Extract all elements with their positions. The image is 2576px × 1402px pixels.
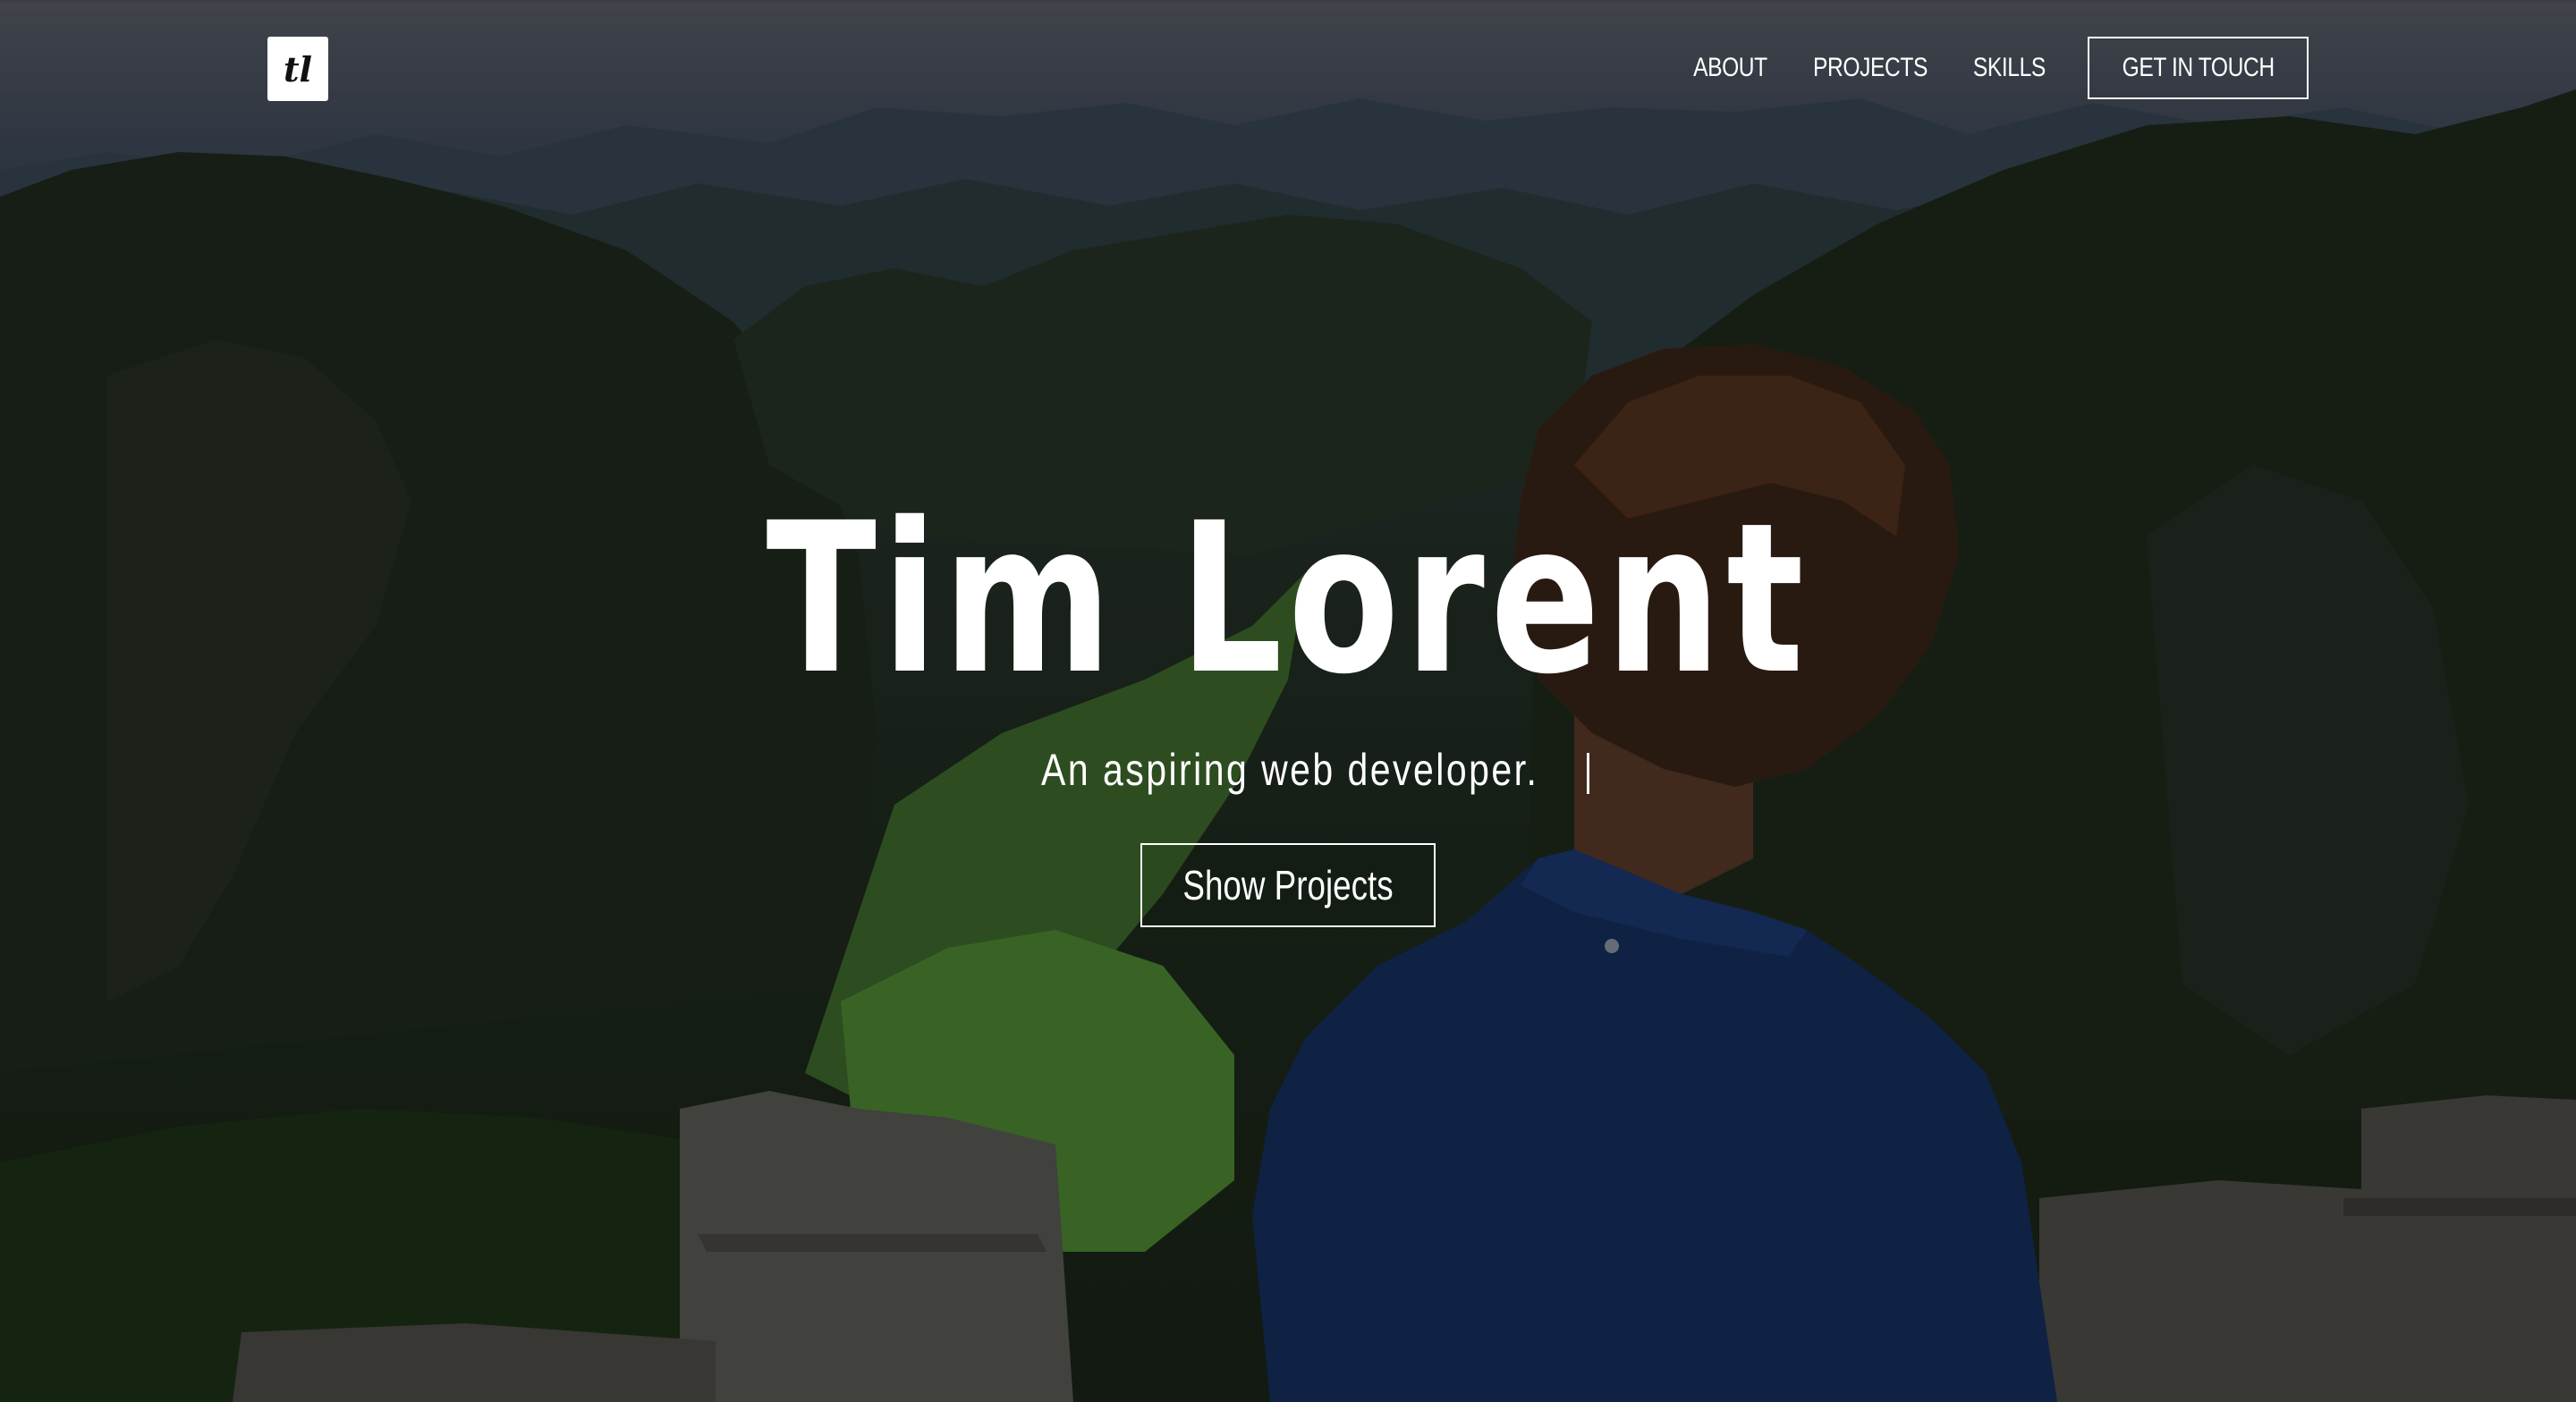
- get-in-touch-button[interactable]: GET IN TOUCH: [2087, 37, 2309, 99]
- nav-link-about[interactable]: ABOUT: [1693, 53, 1767, 83]
- top-border: [0, 0, 2576, 3]
- logo[interactable]: tl: [267, 37, 328, 101]
- nav-link-projects[interactable]: PROJECTS: [1813, 53, 1928, 83]
- logo-text: tl: [284, 48, 312, 89]
- hero-button-wrap: Show Projects: [0, 843, 2576, 927]
- hero-title-text: Tim Lorent: [766, 478, 1810, 720]
- hero-subtitle-text: An aspiring web developer.: [1041, 745, 1539, 795]
- show-projects-label: Show Projects: [1182, 862, 1394, 908]
- hero-title: Tim Lorent: [0, 483, 2576, 715]
- show-projects-button[interactable]: Show Projects: [1140, 843, 1436, 927]
- typing-cursor: [1586, 752, 1589, 794]
- hero-subtitle: An aspiring web developer.: [0, 739, 2576, 801]
- hero-section: tl ABOUT PROJECTS SKILLS GET IN TOUCH Ti…: [0, 0, 2576, 1402]
- get-in-touch-label: GET IN TOUCH: [2122, 53, 2275, 82]
- nav-link-skills[interactable]: SKILLS: [1973, 53, 2046, 83]
- main-navigation: ABOUT PROJECTS SKILLS GET IN TOUCH: [1660, 37, 2309, 99]
